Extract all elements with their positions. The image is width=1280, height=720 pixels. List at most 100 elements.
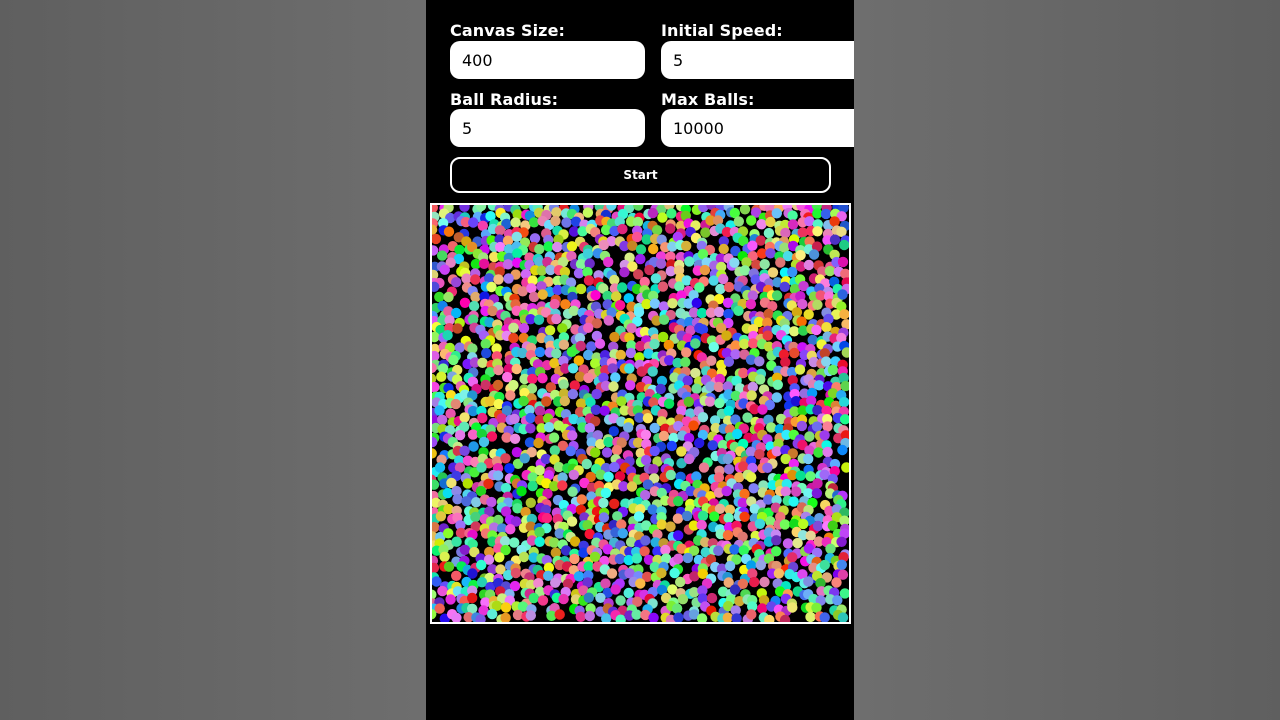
- ball: [789, 326, 800, 337]
- ball: [470, 291, 481, 303]
- ball: [811, 421, 823, 432]
- ball: [467, 568, 478, 579]
- ball: [739, 265, 751, 276]
- ball: [779, 281, 790, 292]
- ball: [673, 496, 684, 507]
- max-balls-label: Max Balls:: [661, 90, 755, 109]
- ball: [575, 340, 586, 352]
- ball: [780, 486, 791, 497]
- ball: [722, 453, 734, 465]
- ball: [756, 219, 767, 230]
- ball: [700, 227, 711, 238]
- ball: [525, 497, 536, 508]
- ball: [812, 299, 823, 310]
- ball: [486, 496, 497, 508]
- ball: [590, 404, 602, 415]
- ball: [729, 544, 740, 555]
- ball: [476, 559, 487, 571]
- ball: [510, 217, 521, 228]
- ball: [432, 448, 437, 459]
- ball: [780, 357, 791, 368]
- ball: [561, 217, 572, 228]
- ball: [558, 379, 569, 390]
- ball: [625, 380, 636, 391]
- ball: [461, 496, 472, 507]
- ball: [606, 568, 618, 579]
- ball: [669, 567, 680, 579]
- ball: [745, 299, 757, 310]
- max-balls-input[interactable]: [661, 109, 854, 147]
- ball: [608, 381, 619, 392]
- ball: [794, 364, 806, 375]
- ball-radius-input[interactable]: [450, 109, 645, 147]
- ball: [512, 248, 523, 259]
- ball: [432, 562, 440, 574]
- ball: [657, 281, 669, 292]
- ball: [525, 423, 536, 434]
- ball: [713, 381, 724, 393]
- ball: [813, 380, 825, 391]
- ball: [534, 244, 545, 255]
- ball: [655, 258, 667, 269]
- ball: [829, 216, 840, 227]
- ball: [647, 207, 658, 219]
- ball: [715, 283, 726, 295]
- ball: [746, 215, 757, 226]
- ball: [831, 577, 842, 588]
- ball: [502, 259, 514, 270]
- ball: [681, 347, 692, 358]
- ball: [583, 275, 595, 286]
- ball: [575, 611, 586, 622]
- ball: [552, 241, 563, 253]
- simulation-canvas[interactable]: [430, 203, 851, 624]
- ball: [648, 464, 659, 475]
- ball: [663, 398, 675, 409]
- ball: [754, 356, 765, 367]
- ball: [610, 584, 621, 595]
- ball: [609, 461, 620, 473]
- ball: [755, 374, 766, 385]
- ball: [518, 323, 530, 334]
- ball: [792, 537, 803, 549]
- ball: [759, 576, 770, 588]
- ball: [640, 429, 652, 440]
- ball: [723, 464, 735, 475]
- ball-radius-label: Ball Radius:: [450, 90, 559, 109]
- blurred-backdrop-right: [854, 0, 1280, 720]
- ball: [462, 478, 473, 489]
- ball: [704, 396, 716, 407]
- ball: [459, 297, 471, 308]
- ball: [452, 494, 463, 505]
- ball: [436, 371, 447, 382]
- ball: [827, 364, 839, 376]
- ball: [626, 481, 638, 492]
- ball: [496, 413, 507, 424]
- ball: [787, 552, 798, 563]
- ball: [748, 483, 759, 494]
- ball: [822, 421, 833, 432]
- ball: [819, 430, 830, 441]
- ball: [666, 208, 677, 219]
- ball: [617, 223, 628, 235]
- canvas-size-input[interactable]: [450, 41, 645, 79]
- ball: [694, 437, 705, 449]
- ball: [443, 226, 455, 237]
- ball: [611, 445, 623, 456]
- ball: [435, 511, 447, 522]
- ball: [500, 612, 511, 622]
- ball: [495, 241, 506, 253]
- ball: [483, 478, 494, 489]
- start-button[interactable]: Start: [450, 157, 831, 193]
- ball: [649, 298, 661, 309]
- ball: [690, 338, 701, 349]
- ball: [600, 578, 611, 589]
- ball: [666, 440, 677, 452]
- ball: [723, 356, 735, 367]
- ball: [633, 205, 644, 211]
- initial-speed-input[interactable]: [661, 41, 854, 79]
- ball: [821, 322, 832, 333]
- ball: [594, 338, 606, 349]
- ball: [432, 381, 440, 393]
- ball: [658, 314, 670, 325]
- ball: [739, 511, 750, 522]
